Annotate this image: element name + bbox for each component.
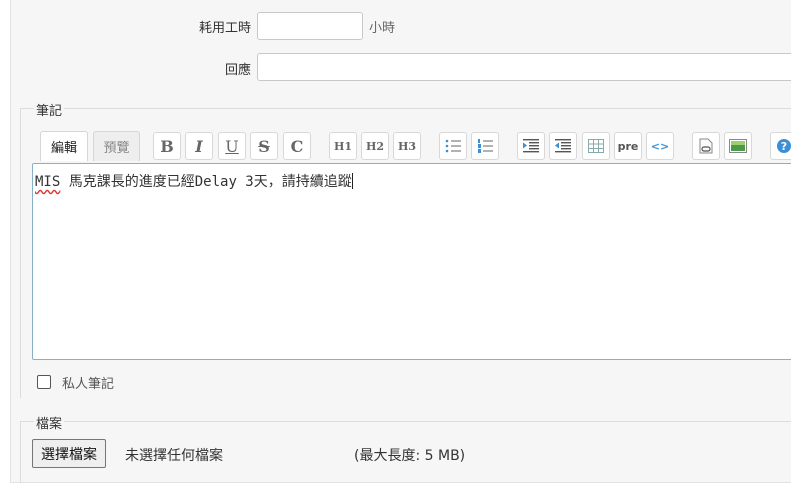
image-button[interactable] bbox=[724, 132, 752, 160]
no-file-selected-text: 未選擇任何檔案 bbox=[125, 448, 223, 464]
outdent-button[interactable] bbox=[549, 132, 577, 160]
indent-button[interactable] bbox=[517, 132, 545, 160]
reply-label: 回應 bbox=[224, 63, 251, 78]
bold-button[interactable]: B bbox=[153, 132, 181, 160]
preformatted-button[interactable]: pre bbox=[614, 132, 642, 160]
indent-icon bbox=[523, 139, 539, 153]
bold-icon: B bbox=[160, 136, 174, 156]
underline-icon: U bbox=[225, 136, 239, 156]
inline-code-button[interactable]: C bbox=[283, 132, 311, 160]
numbered-list-icon bbox=[478, 139, 493, 153]
outdent-icon bbox=[555, 139, 571, 153]
heading3-button[interactable]: H3 bbox=[393, 132, 421, 160]
underline-button[interactable]: U bbox=[218, 132, 246, 160]
link-icon bbox=[699, 138, 713, 154]
text-caret bbox=[351, 173, 353, 189]
help-icon: ? bbox=[777, 139, 791, 153]
max-file-size-text: (最大長度: 5 MB) bbox=[354, 448, 466, 464]
time-spent-input[interactable] bbox=[257, 12, 363, 40]
code-highlight-button[interactable]: <> bbox=[646, 132, 674, 160]
html-code-icon: <> bbox=[650, 139, 670, 153]
unordered-list-button[interactable] bbox=[439, 132, 467, 160]
tab-edit-label: 編輯 bbox=[50, 141, 77, 156]
table-icon bbox=[588, 139, 604, 153]
heading2-button[interactable]: H2 bbox=[361, 132, 389, 160]
tab-edit[interactable]: 編輯 bbox=[40, 131, 88, 161]
strikethrough-button[interactable]: S bbox=[250, 132, 278, 160]
code-icon: C bbox=[290, 136, 304, 156]
table-button[interactable] bbox=[582, 132, 610, 160]
choose-file-label: 選擇檔案 bbox=[41, 446, 97, 463]
notes-legend: 筆記 bbox=[34, 100, 65, 119]
notes-editor-content[interactable]: MIS 馬克課長的進度已經Delay 3天，請持續追蹤 bbox=[35, 171, 353, 191]
private-notes-checkbox[interactable] bbox=[37, 375, 51, 389]
h2-icon: H2 bbox=[365, 139, 385, 153]
notes-text: 馬克課長的進度已經Delay 3天，請持續追蹤 bbox=[60, 174, 352, 190]
italic-button[interactable]: I bbox=[185, 132, 213, 160]
private-notes-label[interactable]: 私人筆記 bbox=[62, 373, 114, 392]
strikethrough-icon: S bbox=[258, 136, 270, 156]
time-unit-label: 小時 bbox=[369, 21, 396, 36]
tab-preview-label: 預覽 bbox=[103, 141, 130, 156]
bullet-list-icon bbox=[445, 139, 461, 153]
h3-icon: H3 bbox=[397, 139, 417, 153]
h1-icon: H1 bbox=[333, 139, 353, 153]
italic-icon: I bbox=[195, 136, 203, 156]
choose-file-button[interactable]: 選擇檔案 bbox=[32, 439, 106, 468]
time-spent-label: 耗用工時 bbox=[198, 21, 251, 36]
notes-editor[interactable]: MIS 馬克課長的進度已經Delay 3天，請持續追蹤 bbox=[32, 163, 791, 360]
heading1-button[interactable]: H1 bbox=[329, 132, 357, 160]
link-button[interactable] bbox=[692, 132, 720, 160]
image-icon bbox=[729, 139, 747, 153]
pre-icon: pre bbox=[617, 139, 639, 153]
help-icon-glyph: ? bbox=[781, 140, 787, 153]
misspelled-word: MIS bbox=[35, 174, 61, 190]
tab-preview[interactable]: 預覽 bbox=[93, 131, 140, 161]
help-button[interactable]: ? bbox=[770, 132, 791, 160]
reply-input[interactable] bbox=[257, 53, 791, 81]
ordered-list-button[interactable] bbox=[471, 132, 499, 160]
files-legend: 檔案 bbox=[34, 413, 65, 432]
